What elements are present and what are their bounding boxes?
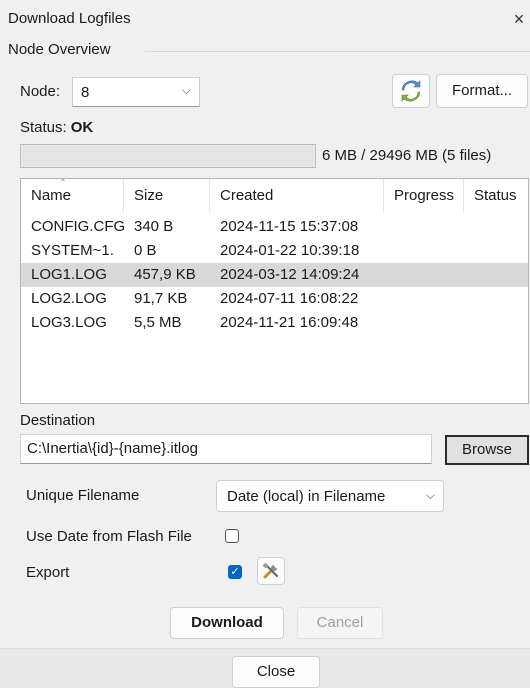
browse-button[interactable]: Browse [445,435,529,465]
cell-size: 0 B [134,242,157,259]
chevron-down-icon: ⌵ [181,83,191,97]
cell-progress [384,263,464,287]
window-close-button[interactable]: × [508,6,530,32]
group-divider [145,51,530,52]
node-select-value: 8 [81,84,90,101]
group-label: Node Overview [8,41,111,58]
storage-progress-bar [20,144,316,168]
cell-size: 457,9 KB [134,266,196,283]
refresh-button[interactable] [392,74,430,108]
storage-usage-text: 6 MB / 29496 MB (5 files) [322,147,492,164]
use-date-checkbox[interactable] [225,529,239,543]
cell-created: 2024-07-11 16:08:22 [220,290,359,307]
cell-created: 2024-01-22 10:39:18 [220,242,360,259]
column-header-progress[interactable]: Progress [384,179,464,213]
cell-status [464,287,528,311]
refresh-icon [401,80,421,102]
column-header-created[interactable]: Created [210,179,384,213]
destination-input[interactable]: C:\Inertia\{id}-{name}.itlog [20,434,432,464]
cell-name: LOG3.LOG [31,314,107,331]
export-settings-button[interactable] [257,557,285,585]
cell-status [464,215,528,239]
column-header-size[interactable]: Size [124,179,210,213]
cell-created: 2024-11-15 15:37:08 [220,218,359,235]
cell-name: SYSTEM~1. [31,242,114,259]
cell-status [464,263,528,287]
cell-name: LOG1.LOG [31,266,107,283]
file-list[interactable]: ˆ Name Size Created Progress Status CONF… [20,178,529,404]
export-label: Export [26,564,70,581]
unique-filename-value: Date (local) in Filename [227,488,386,505]
download-button[interactable]: Download [170,607,284,639]
cell-created: 2024-03-12 14:09:24 [220,266,360,283]
table-row-selected[interactable]: LOG1.LOG 457,9 KB 2024-03-12 14:09:24 [21,263,528,287]
table-row[interactable]: SYSTEM~1. 0 B 2024-01-22 10:39:18 [21,239,528,263]
cell-name: LOG2.LOG [31,290,107,307]
unique-filename-select[interactable]: Date (local) in Filename ⌵ [216,480,444,512]
chevron-down-icon: ⌵ [425,488,435,502]
status-line: Status: OK [20,119,93,136]
use-date-label: Use Date from Flash File [26,528,192,545]
cell-progress [384,287,464,311]
cell-size: 91,7 KB [134,290,188,307]
tools-icon [262,562,279,579]
cell-progress [384,311,464,335]
sort-ascending-icon: ˆ [61,178,65,191]
table-row[interactable]: LOG3.LOG 5,5 MB 2024-11-21 16:09:48 [21,311,528,335]
cell-status [464,311,528,335]
cell-size: 5,5 MB [134,314,182,331]
cell-created: 2024-11-21 16:09:48 [220,314,359,331]
cancel-button: Cancel [297,607,383,639]
destination-label: Destination [20,412,96,429]
column-header-name[interactable]: ˆ Name [21,179,124,213]
status-label: Status: [20,119,67,136]
window-title: Download Logfiles [8,10,131,27]
table-row[interactable]: LOG2.LOG 91,7 KB 2024-07-11 16:08:22 [21,287,528,311]
node-select[interactable]: 8 ⌵ [72,77,200,107]
cell-name: CONFIG.CFG [31,218,124,235]
column-header-status[interactable]: Status [464,179,528,213]
cell-status [464,239,528,263]
cell-progress [384,239,464,263]
unique-filename-label: Unique Filename [26,487,140,504]
format-button[interactable]: Format... [436,74,528,108]
close-button[interactable]: Close [232,656,320,688]
node-label: Node: [20,83,61,100]
export-checkbox[interactable]: ✓ [228,565,242,579]
download-logfiles-dialog: Download Logfiles × Node Overview Node: … [0,0,530,688]
table-row[interactable]: CONFIG.CFG 340 B 2024-11-15 15:37:08 [21,215,528,239]
cell-progress [384,215,464,239]
cell-size: 340 B [134,218,174,235]
status-value: OK [70,119,94,136]
